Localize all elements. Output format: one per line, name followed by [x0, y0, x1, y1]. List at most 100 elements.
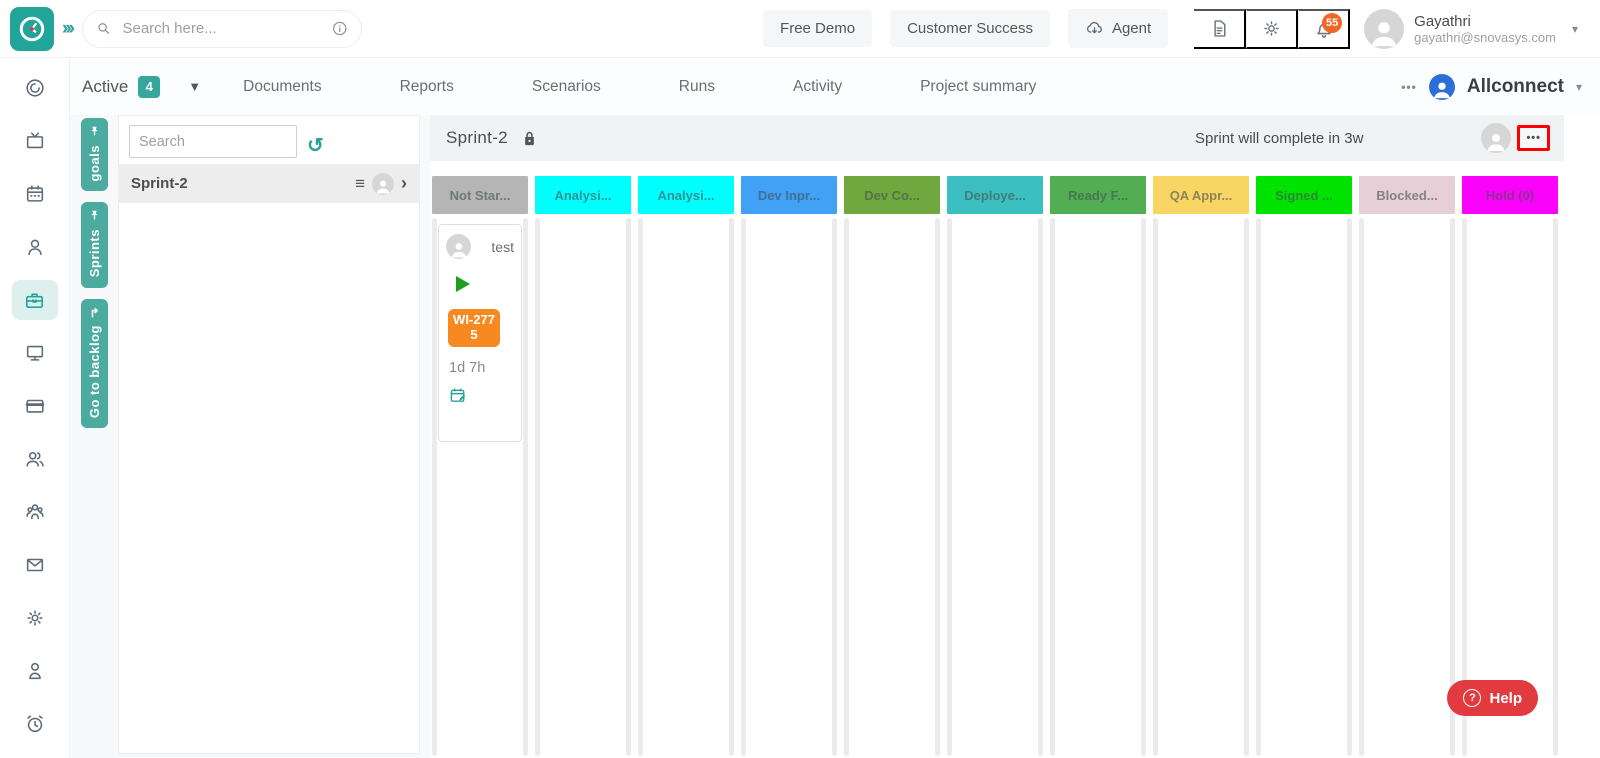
column-scrollbar-track — [832, 218, 837, 756]
account-icon[interactable] — [16, 658, 54, 684]
board-column-header[interactable]: Analysi... — [638, 176, 734, 214]
mail-icon[interactable] — [16, 552, 54, 578]
team-icon[interactable] — [16, 499, 54, 525]
tab-runs[interactable]: Runs — [679, 78, 715, 96]
user-icon[interactable] — [16, 234, 54, 260]
settings-gear-icon[interactable] — [1246, 8, 1299, 49]
clock-logo-icon — [19, 16, 45, 41]
document-icon[interactable] — [1194, 8, 1247, 49]
column-scrollbar-track — [1141, 218, 1146, 756]
tv-icon[interactable] — [16, 128, 54, 154]
board-column-body[interactable] — [1050, 216, 1146, 758]
board-header: Sprint-2 Sprint will complete in 3w ••• — [430, 115, 1564, 161]
user-menu-caret-icon[interactable]: ▾ — [1572, 22, 1578, 36]
pin-icon — [89, 210, 100, 223]
board-column: Blocked... — [1359, 176, 1455, 758]
board-column-body[interactable] — [741, 216, 837, 758]
project-nav: Active 4 ▼ Documents Reports Scenarios R… — [70, 58, 1600, 115]
board-column-header[interactable]: Analysi... — [535, 176, 631, 214]
gauge-icon[interactable] — [16, 75, 54, 101]
project-avatar[interactable] — [1428, 73, 1455, 100]
project-name[interactable]: Allconnect — [1467, 76, 1564, 98]
project-more-options-icon[interactable]: ••• — [1401, 80, 1417, 94]
sprint-list-item[interactable]: Sprint-2 ≡ › — [119, 164, 419, 203]
board-column-body[interactable] — [535, 216, 631, 758]
start-timer-play-icon[interactable] — [456, 276, 470, 292]
tab-project-summary[interactable]: Project summary — [920, 78, 1036, 96]
tab-go-to-backlog[interactable]: ↱ Go to backlog — [81, 298, 108, 428]
customer-success-button[interactable]: Customer Success — [890, 10, 1050, 47]
user-email: gayathri@snovasys.com — [1414, 29, 1556, 45]
calendar-icon[interactable] — [16, 181, 54, 207]
sprint-search-input[interactable] — [129, 125, 297, 158]
active-filter-caret-icon[interactable]: ▼ — [188, 79, 201, 94]
board-column-body[interactable] — [1359, 216, 1455, 758]
board-column: Analysi... — [535, 176, 631, 758]
alarm-clock-icon[interactable] — [16, 711, 54, 737]
free-demo-button[interactable]: Free Demo — [763, 10, 873, 47]
board-title: Sprint-2 — [446, 128, 508, 147]
tab-goals-label: goals — [87, 145, 102, 182]
help-button[interactable]: ? Help — [1447, 680, 1538, 716]
tab-activity[interactable]: Activity — [793, 78, 842, 96]
project-caret-icon[interactable]: ▾ — [1576, 80, 1582, 94]
help-button-label: Help — [1489, 689, 1522, 707]
notifications-bell-icon[interactable]: 55 — [1298, 8, 1351, 49]
board-column-header[interactable]: Not Star... — [432, 176, 528, 214]
credit-card-icon[interactable] — [16, 393, 54, 419]
work-item-card[interactable]: test WI-2775 1d 7h — [438, 224, 522, 442]
board-column: QA Appr... — [1153, 176, 1249, 758]
board-column-header[interactable]: Deploye... — [947, 176, 1043, 214]
tab-documents[interactable]: Documents — [243, 78, 321, 96]
users-icon[interactable] — [16, 446, 54, 472]
agent-button[interactable]: Agent — [1067, 9, 1169, 48]
board-column-header[interactable]: Dev Co... — [844, 176, 940, 214]
board-column-header[interactable]: Ready F... — [1050, 176, 1146, 214]
board-column-header[interactable]: Dev Inpr... — [741, 176, 837, 214]
column-scrollbar-track — [626, 218, 631, 756]
tab-sprints[interactable]: Sprints — [81, 202, 108, 288]
card-assignee-avatar[interactable] — [446, 234, 471, 259]
user-menu[interactable]: Gayathri gayathri@snovasys.com — [1364, 8, 1556, 49]
board-column-body[interactable] — [1153, 216, 1249, 758]
board-column-body[interactable] — [844, 216, 940, 758]
info-icon[interactable] — [331, 19, 349, 38]
board-column-body[interactable] — [947, 216, 1043, 758]
sprint-expand-chevron-icon[interactable]: › — [401, 173, 407, 194]
column-scrollbar-track — [844, 218, 849, 756]
board-column-body[interactable] — [1462, 216, 1558, 758]
app-logo[interactable] — [10, 6, 54, 51]
work-item-badge[interactable]: WI-2775 — [448, 309, 500, 347]
global-search-input[interactable] — [122, 20, 322, 37]
board-column-body[interactable] — [638, 216, 734, 758]
column-scrollbar-track — [947, 218, 952, 756]
sprint-menu-icon[interactable]: ≡ — [355, 174, 365, 194]
sprint-list-card: ↺ Sprint-2 ≡ › — [118, 115, 420, 754]
tab-reports[interactable]: Reports — [400, 78, 454, 96]
board-column: Deploye... — [947, 176, 1043, 758]
question-mark-icon: ? — [1463, 689, 1482, 707]
board-assignee-avatar[interactable] — [1481, 123, 1512, 153]
settings-icon[interactable] — [16, 605, 54, 631]
board-column-header[interactable]: Blocked... — [1359, 176, 1455, 214]
board-column-header[interactable]: Hold (0) — [1462, 176, 1558, 214]
column-scrollbar-track — [1050, 218, 1055, 756]
briefcase-icon[interactable] — [11, 280, 58, 320]
board-column-body[interactable]: test WI-2775 1d 7h — [432, 216, 528, 758]
active-filter[interactable]: Active 4 — [82, 75, 161, 98]
global-search[interactable] — [81, 9, 362, 48]
tab-goals[interactable]: goals — [81, 118, 108, 192]
board-columns: Not Star... test WI-2775 1d 7h Analysi..… — [432, 176, 1600, 758]
column-scrollbar-track — [1153, 218, 1158, 756]
expand-sidebar-chevrons-icon[interactable]: ››› — [62, 18, 75, 40]
calendar-edit-icon[interactable] — [449, 386, 514, 410]
board-column-body[interactable] — [1256, 216, 1352, 758]
board-column-header[interactable]: Signed ... — [1256, 176, 1352, 214]
board-column-header[interactable]: QA Appr... — [1153, 176, 1249, 214]
sprint-assignee-avatar[interactable] — [372, 172, 394, 195]
lock-icon[interactable] — [520, 129, 539, 148]
board-more-options-icon[interactable]: ••• — [1526, 132, 1541, 144]
tab-scenarios[interactable]: Scenarios — [532, 78, 601, 96]
monitor-icon[interactable] — [16, 340, 54, 366]
undo-icon[interactable]: ↺ — [307, 133, 324, 158]
